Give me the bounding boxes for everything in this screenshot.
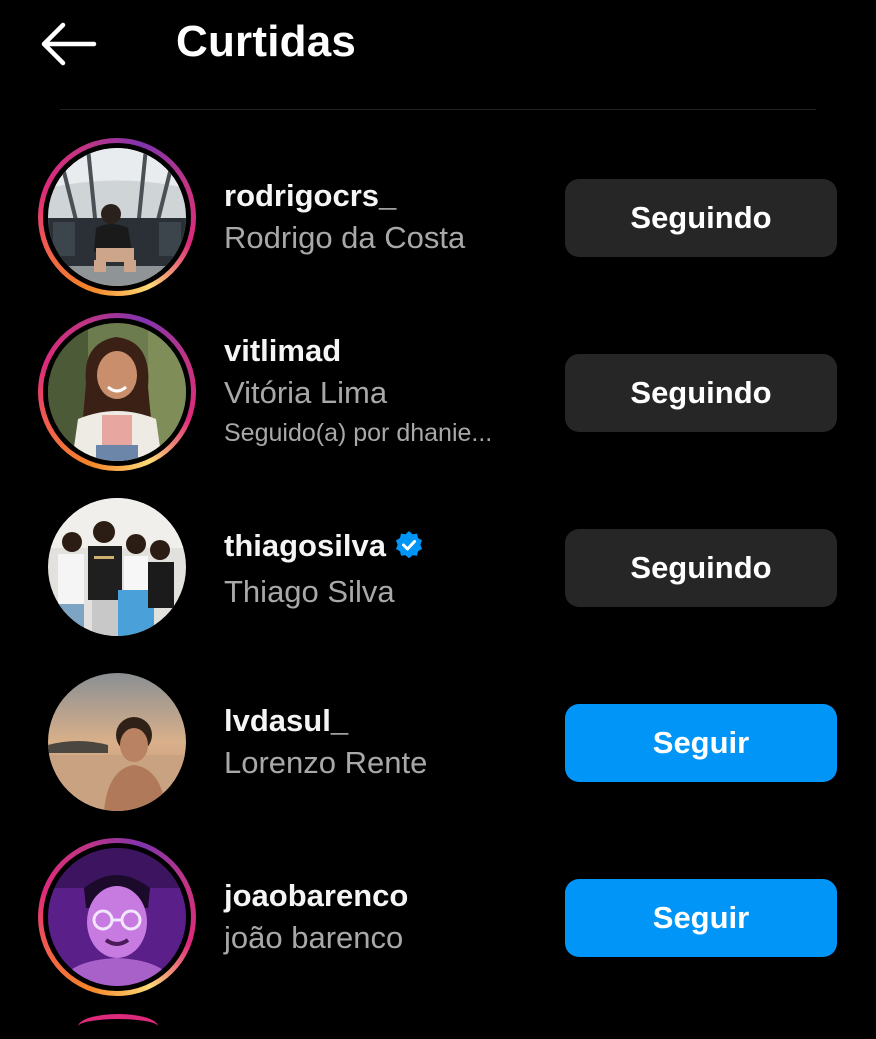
full-name: Rodrigo da Costa [224,220,466,255]
avatar[interactable] [48,498,186,636]
story-ring-partial [78,1014,158,1039]
back-button[interactable] [36,20,100,68]
follow-button[interactable]: Seguir [565,879,837,957]
username[interactable]: vitlimad [224,331,492,371]
story-ring[interactable] [38,138,196,296]
verified-badge-icon [394,530,424,570]
following-button[interactable]: Seguindo [565,354,837,432]
page-title: Curtidas [176,17,357,66]
story-ring[interactable] [38,838,196,996]
username[interactable]: thiagosilva [224,526,424,570]
following-button[interactable]: Seguindo [565,529,837,607]
username[interactable]: lvdasul_ [224,701,427,741]
top-bar: Curtidas [0,0,876,110]
full-name: Vitória Lima [224,375,388,410]
list-item[interactable]: vitlimad Vitória Lima Seguido(a) por dha… [0,305,876,480]
avatar[interactable] [48,673,186,811]
avatar[interactable] [48,148,186,286]
list-item[interactable]: rodrigocrs_ Rodrigo da Costa Seguindo [0,130,876,305]
full-name: Lorenzo Rente [224,745,428,780]
list-item[interactable]: lvdasul_ Lorenzo Rente Seguir [0,655,876,830]
username[interactable]: rodrigocrs_ [224,176,465,216]
follow-button[interactable]: Seguir [565,704,837,782]
story-ring[interactable] [38,313,196,471]
header-divider [60,109,816,110]
list-item[interactable]: thiagosilva Thiago Silva Seguindo [0,480,876,655]
mutual-followers: Seguido(a) por dhanie... [224,419,493,447]
username-text[interactable]: thiagosilva [224,528,386,563]
avatar[interactable] [48,848,186,986]
avatar-frame [38,663,196,821]
avatar-frame [38,488,196,646]
username[interactable]: joaobarenco [224,876,408,916]
list-item[interactable]: joaobarenco joão barenco Seguir [0,830,876,1005]
full-name: Thiago Silva [224,574,395,609]
full-name: joão barenco [224,920,404,955]
following-button[interactable]: Seguindo [565,179,837,257]
arrow-left-icon [41,22,97,66]
avatar[interactable] [48,323,186,461]
